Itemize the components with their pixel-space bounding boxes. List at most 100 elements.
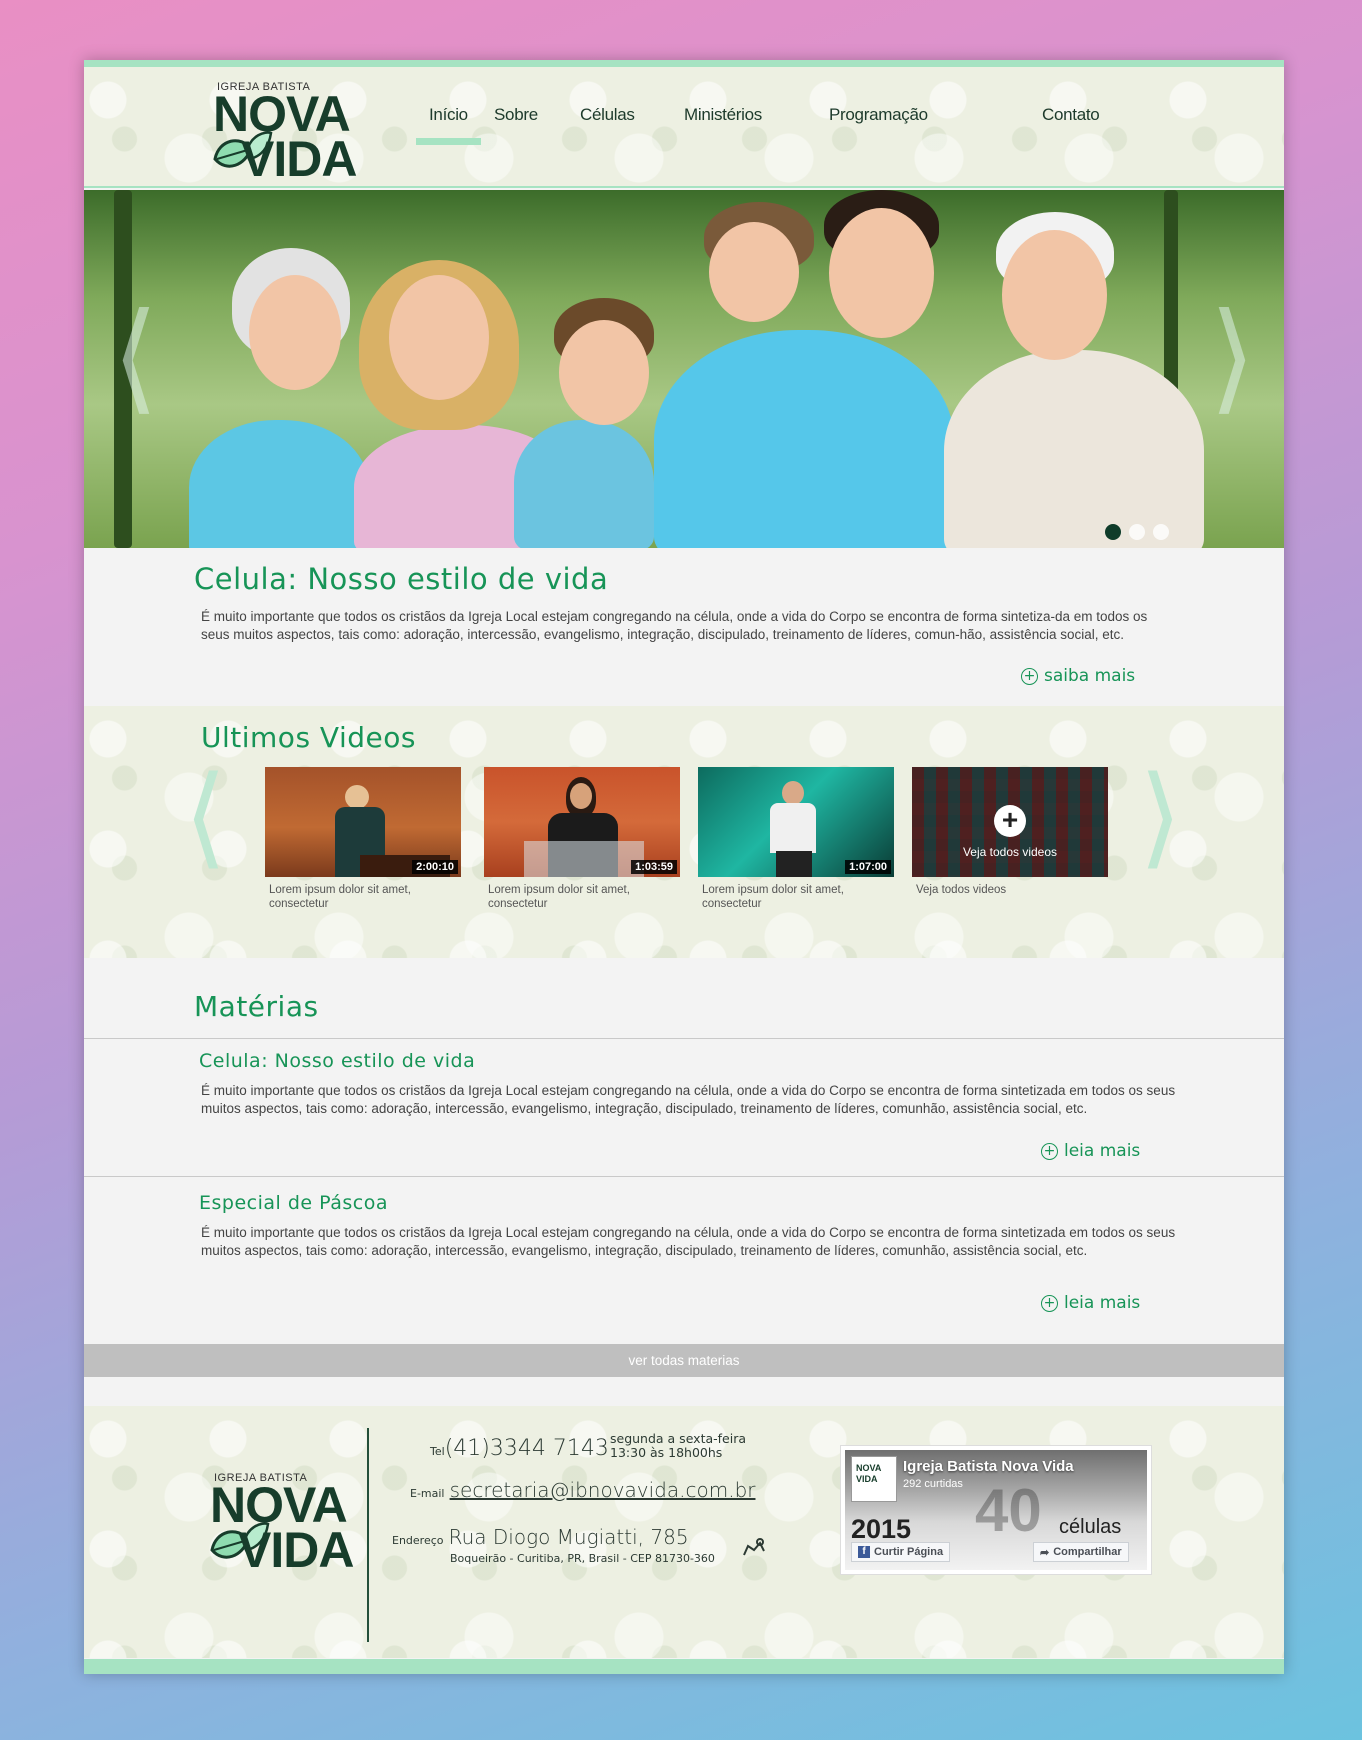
footer-divider — [367, 1428, 369, 1642]
video-caption: Lorem ipsum dolor sit amet, consectetur — [269, 884, 411, 910]
preacher-shirt — [770, 803, 816, 853]
hours-time: 13:30 às 18h00hs — [610, 1445, 723, 1460]
facebook-widget: NOVA VIDA Igreja Batista Nova Vida 292 c… — [840, 1445, 1152, 1575]
video-thumbnail[interactable]: 1:07:00 — [698, 767, 894, 877]
address-block: Endereço Rua Diogo Mugiatti, 785 — [392, 1525, 689, 1549]
slider-dot[interactable] — [1105, 524, 1121, 540]
facebook-like-button[interactable]: f Curtir Página — [851, 1542, 951, 1562]
see-all-videos-overlay: Veja todos videos — [962, 845, 1058, 859]
saiba-mais-label: saiba mais — [1044, 666, 1136, 686]
leia-mais-label: leia mais — [1064, 1141, 1141, 1161]
article-text: É muito importante que todos os cristãos… — [201, 1083, 1176, 1116]
avatar-line2: VIDA — [856, 1474, 878, 1484]
like-button-label: Curtir Página — [874, 1546, 944, 1558]
nav-item-inicio[interactable]: Início — [416, 105, 481, 145]
nav-item-celulas[interactable]: Células — [580, 105, 635, 125]
footer: IGREJA BATISTA NOVA VIDA Tel(41)3344 714… — [84, 1406, 1284, 1658]
video-duration: 1:03:59 — [631, 860, 677, 874]
nav-item-programacao[interactable]: Programação — [829, 105, 928, 125]
person-boy — [514, 420, 654, 548]
saiba-mais-link[interactable]: + saiba mais — [1021, 666, 1135, 686]
plus-circle-icon: + — [1041, 1142, 1058, 1160]
mother-face — [389, 275, 489, 400]
video-duration: 1:07:00 — [845, 860, 891, 874]
hero-prev-arrow[interactable]: ⟨ — [112, 298, 159, 418]
video-thumbnail[interactable]: 1:03:59 — [484, 767, 680, 877]
leia-mais-link[interactable]: + leia mais — [1041, 1141, 1140, 1161]
address-detail: Boqueirão - Curitiba, PR, Brasil - CEP 8… — [450, 1552, 715, 1565]
bottom-accent-bar — [84, 1659, 1284, 1674]
email-block: E-mail secretaria@ibnovavida.com.br — [410, 1478, 755, 1502]
avatar-line1: NOVA — [856, 1463, 882, 1473]
article-title[interactable]: Celula: Nosso estilo de vida — [199, 1050, 475, 1072]
see-all-videos-thumbnail[interactable]: + Veja todos videos — [912, 767, 1108, 877]
see-all-materias-button[interactable]: ver todas materias — [84, 1344, 1284, 1377]
hero-slider: ⟨ ⟩ — [84, 190, 1284, 548]
grandfather-face — [1002, 230, 1107, 360]
video-card[interactable]: 2:00:10 Lorem ipsum dolor sit amet, cons… — [265, 767, 461, 911]
singer-face — [570, 783, 592, 809]
top-accent-bar — [84, 60, 1284, 67]
leia-mais-label: leia mais — [1064, 1293, 1141, 1313]
phone-block: Tel(41)3344 7143 — [430, 1436, 609, 1461]
article-text: É muito importante que todos os cristãos… — [201, 1225, 1176, 1258]
glass-pulpit — [524, 841, 644, 877]
phone-number[interactable]: (41)3344 7143 — [445, 1436, 609, 1461]
hero-next-arrow[interactable]: ⟩ — [1209, 298, 1256, 418]
share-button-label: Compartilhar — [1053, 1546, 1122, 1558]
see-all-videos-card[interactable]: + Veja todos videos Veja todos videos — [912, 767, 1108, 897]
facebook-icon: f — [858, 1546, 870, 1558]
nav-item-ministerios[interactable]: Ministérios — [684, 105, 762, 125]
plus-icon: + — [994, 805, 1026, 837]
videos-next-arrow[interactable]: ⟩ — [1139, 761, 1182, 871]
video-caption: Lorem ipsum dolor sit amet, consectetur — [488, 884, 630, 910]
facebook-likes: 292 curtidas — [903, 1478, 963, 1490]
main-nav: Início Sobre Células Ministérios Program… — [84, 105, 1284, 145]
logo-vida: VIDA — [238, 1522, 354, 1578]
hours-days: segunda a sexta-feira — [610, 1431, 746, 1446]
address-label: Endereço — [392, 1534, 444, 1547]
materias-section: Matérias Celula: Nosso estilo de vida É … — [84, 958, 1284, 1405]
email-label: E-mail — [410, 1487, 445, 1500]
cover-cells: células — [1059, 1516, 1122, 1538]
nav-item-contato[interactable]: Contato — [1042, 105, 1100, 125]
slider-dot[interactable] — [1153, 524, 1169, 540]
share-icon: ➦ — [1040, 1546, 1050, 1559]
slider-dots — [1105, 524, 1169, 540]
video-thumbnail[interactable]: 2:00:10 — [265, 767, 461, 877]
intro-title: Celula: Nosso estilo de vida — [194, 562, 609, 596]
tel-label: Tel — [430, 1445, 445, 1458]
article-title[interactable]: Especial de Páscoa — [199, 1192, 388, 1214]
father-face — [829, 208, 934, 338]
plus-circle-icon: + — [1021, 667, 1038, 685]
preacher-legs — [776, 851, 812, 877]
leia-mais-link[interactable]: + leia mais — [1041, 1293, 1140, 1313]
facebook-share-button[interactable]: ➦ Compartilhar — [1033, 1542, 1129, 1562]
header: IGREJA BATISTA NOVA VIDA Início Sobre Cé… — [84, 67, 1284, 188]
video-card[interactable]: 1:07:00 Lorem ipsum dolor sit amet, cons… — [698, 767, 894, 911]
videos-section: Ultimos Videos ⟨ ⟩ 2:00:10 Lorem ipsum d… — [84, 706, 1284, 958]
grandmother-face — [249, 275, 341, 390]
facebook-page-avatar[interactable]: NOVA VIDA — [851, 1456, 897, 1502]
email-link[interactable]: secretaria@ibnovavida.com.br — [450, 1478, 756, 1502]
cover-big-number: 40 — [975, 1477, 1042, 1544]
nav-item-sobre[interactable]: Sobre — [494, 105, 538, 125]
facebook-page-name[interactable]: Igreja Batista Nova Vida — [903, 1458, 1074, 1475]
video-card[interactable]: 1:03:59 Lorem ipsum dolor sit amet, cons… — [484, 767, 680, 911]
boy-face — [559, 320, 649, 425]
address-street: Rua Diogo Mugiatti, 785 — [448, 1525, 689, 1549]
girl-face — [709, 222, 799, 322]
page: IGREJA BATISTA NOVA VIDA Início Sobre Cé… — [84, 60, 1284, 1674]
intro-text: É muito importante que todos os cristãos… — [201, 609, 1148, 642]
map-icon[interactable] — [742, 1537, 766, 1557]
person-father — [654, 330, 954, 548]
videos-prev-arrow[interactable]: ⟨ — [184, 761, 227, 871]
videos-title: Ultimos Videos — [201, 721, 416, 754]
video-caption: Lorem ipsum dolor sit amet, consectetur — [702, 884, 844, 910]
facebook-cover: NOVA VIDA Igreja Batista Nova Vida 292 c… — [845, 1450, 1147, 1570]
video-duration: 2:00:10 — [412, 860, 458, 874]
see-all-videos-caption[interactable]: Veja todos videos — [916, 883, 1086, 897]
person-grandmother — [189, 420, 369, 548]
slider-dot[interactable] — [1129, 524, 1145, 540]
footer-logo[interactable]: IGREJA BATISTA NOVA VIDA — [208, 1472, 358, 1577]
